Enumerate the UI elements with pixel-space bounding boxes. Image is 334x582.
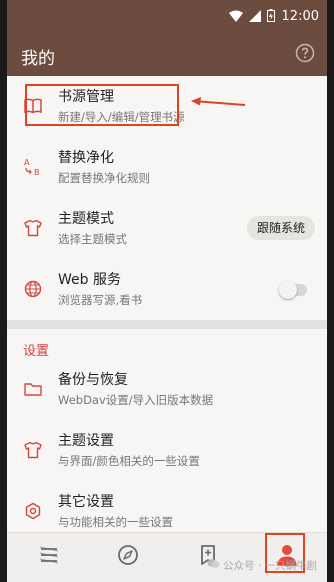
- menu-item-title: 其它设置: [58, 494, 114, 510]
- theme-mode-chip[interactable]: 跟随系统: [246, 216, 315, 240]
- web-service-toggle[interactable]: [279, 281, 307, 299]
- help-icon[interactable]: [295, 43, 315, 63]
- status-icons: [229, 9, 275, 22]
- menu-item-title: 主题设置: [58, 433, 114, 449]
- menu-item-title: 替换净化: [58, 150, 114, 166]
- globe-icon: [24, 280, 42, 298]
- battery-icon: [267, 9, 275, 22]
- settings-icon: [25, 502, 41, 520]
- replace-icon: A B: [24, 158, 40, 177]
- status-bar: 12:00: [7, 0, 327, 34]
- menu-item-title: Web 服务: [58, 272, 121, 288]
- settings-list: 书源管理 新建/导入/编辑/管理书源 A B 替换净化 配置替换净化规则 主题模…: [7, 76, 327, 542]
- settings-section-header: 设置: [7, 329, 327, 359]
- wifi-icon: [229, 10, 243, 22]
- watermark-text: 公众号 · 一只蜗牛剧: [223, 560, 318, 572]
- menu-item-subtitle: 配置替换净化规则: [58, 171, 150, 185]
- section-divider: [7, 320, 327, 329]
- compass-icon[interactable]: [114, 541, 142, 569]
- menu-item-subtitle: 选择主题模式: [58, 232, 127, 246]
- shirt-icon: [24, 441, 42, 459]
- shirt-icon: [24, 219, 42, 237]
- folder-icon: [24, 383, 42, 396]
- menu-item-subtitle: 浏览器写源,看书: [58, 293, 143, 307]
- signal-icon: [249, 9, 261, 22]
- menu-item-subtitle: WebDav设置/导入旧版本数据: [58, 393, 214, 407]
- wechat-icon: [207, 559, 220, 568]
- svg-text:B: B: [34, 168, 40, 177]
- section-title: 设置: [23, 344, 50, 359]
- menu-item-web-service[interactable]: Web 服务 浏览器写源,看书: [7, 259, 327, 320]
- annotation-highlight-box: [25, 84, 179, 126]
- page-title: 我的: [21, 49, 55, 69]
- phone-screen: 12:00 我的 书源管理 新建/导入/编辑/管理书源 A B 替换净化 配置替…: [7, 0, 327, 582]
- menu-item-subtitle: 与功能相关的一些设置: [58, 515, 173, 529]
- menu-item-theme-mode[interactable]: 主题模式 选择主题模式 跟随系统: [7, 198, 327, 259]
- menu-item-theme-settings[interactable]: 主题设置 与界面/颜色相关的一些设置: [7, 420, 327, 481]
- svg-text:A: A: [24, 158, 30, 167]
- menu-item-replace-rules[interactable]: A B 替换净化 配置替换净化规则: [7, 137, 327, 198]
- toggle-knob: [279, 281, 297, 299]
- app-bar: 我的: [7, 34, 327, 76]
- menu-item-subtitle: 与界面/颜色相关的一些设置: [58, 454, 200, 468]
- menu-item-backup[interactable]: 备份与恢复 WebDav设置/导入旧版本数据: [7, 359, 327, 420]
- menu-item-title: 备份与恢复: [58, 372, 128, 388]
- bookshelf-icon[interactable]: [35, 541, 63, 569]
- menu-item-title: 主题模式: [58, 211, 114, 227]
- status-time: 12:00: [281, 9, 319, 24]
- annotation-arrow-icon: [191, 97, 246, 106]
